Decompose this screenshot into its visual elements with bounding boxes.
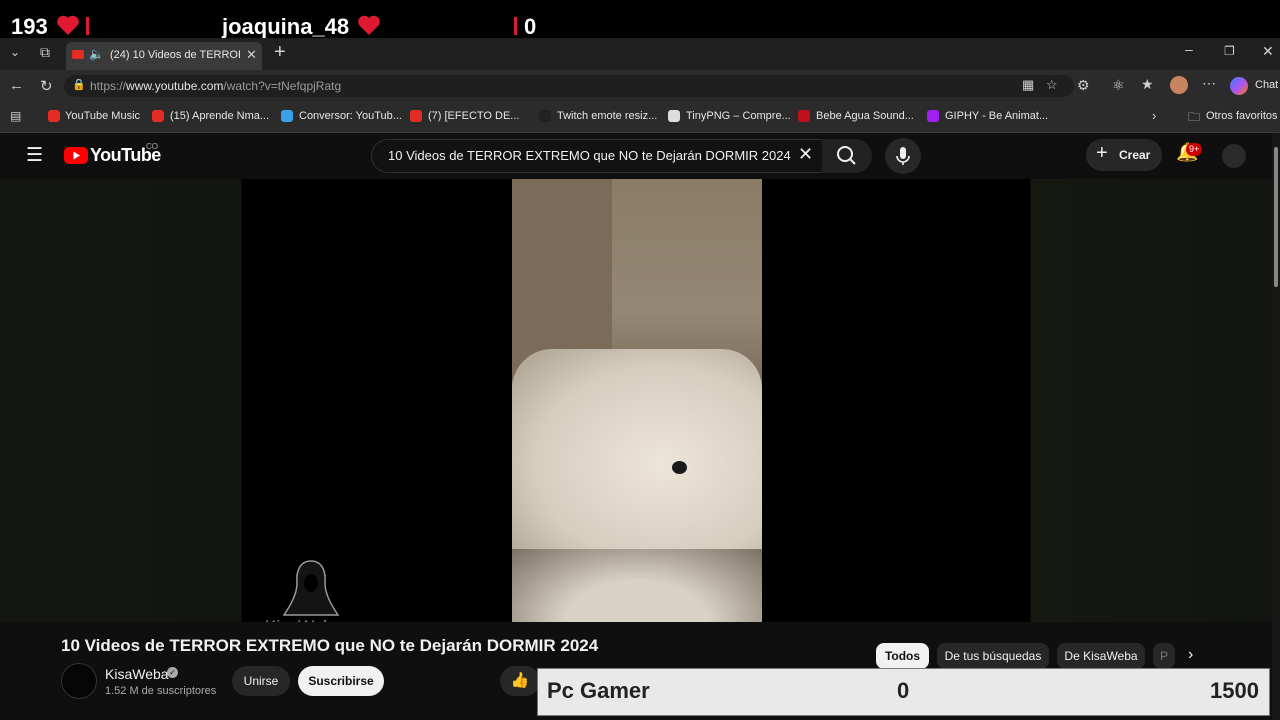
goal-label: Pc Gamer bbox=[547, 678, 650, 703]
other-favorites[interactable]: Otros favoritos bbox=[1206, 110, 1278, 122]
search-icon bbox=[837, 146, 856, 165]
laundry-basket bbox=[512, 549, 762, 622]
chip-todos[interactable]: Todos bbox=[876, 643, 929, 669]
bookmark-item[interactable]: (15) Aprende Nma... bbox=[170, 110, 269, 122]
tab-active[interactable]: 🔈 (24) 10 Videos de TERROR EXTREMO ✕ bbox=[66, 42, 262, 70]
app-available-icon[interactable]: ▦ bbox=[1022, 77, 1034, 93]
scrollbar-thumb[interactable] bbox=[1274, 147, 1278, 287]
tab-actions-icon[interactable]: ⌄ bbox=[10, 45, 20, 59]
more-menu-icon[interactable]: ⋯ bbox=[1202, 75, 1216, 92]
bookmark-favicon-icon bbox=[927, 110, 939, 122]
chevron-right-icon[interactable]: › bbox=[1188, 646, 1193, 664]
overlay-bar bbox=[514, 17, 517, 35]
copilot-icon[interactable] bbox=[1230, 77, 1248, 95]
channel-name[interactable]: KisaWeba bbox=[105, 666, 169, 682]
reading-list-icon[interactable]: ▤ bbox=[10, 109, 21, 123]
notifications-badge: 9+ bbox=[1186, 143, 1203, 156]
video-frame bbox=[512, 179, 762, 622]
hamburger-menu-icon[interactable]: ☰ bbox=[26, 144, 43, 167]
bookmark-favicon-icon bbox=[798, 110, 810, 122]
heart-icon bbox=[358, 15, 380, 35]
chevron-right-icon[interactable]: › bbox=[1152, 108, 1156, 123]
bookmark-favicon-icon bbox=[668, 110, 680, 122]
back-icon[interactable]: ← bbox=[9, 77, 24, 94]
subscriber-count: 1.52 M de suscriptores bbox=[105, 685, 217, 697]
chip-partial[interactable]: P bbox=[1153, 643, 1175, 669]
verified-icon: ✓ bbox=[167, 667, 178, 678]
bookmark-item[interactable]: Bebe Agua Sound... bbox=[816, 110, 914, 122]
create-label: Crear bbox=[1119, 148, 1151, 162]
chip-from-channel[interactable]: De KisaWeba bbox=[1057, 643, 1145, 669]
workspaces-icon[interactable]: ⧉ bbox=[40, 44, 50, 61]
goal-current: 0 bbox=[897, 678, 910, 703]
bookmark-favicon-icon bbox=[48, 110, 60, 122]
search-query: 10 Videos de TERROR EXTREMO que NO te De… bbox=[388, 148, 791, 163]
speaker-icon[interactable]: 🔈 bbox=[89, 47, 104, 61]
bookmark-item[interactable]: (7) [EFECTO DE... bbox=[428, 110, 519, 122]
window-close-icon[interactable]: ✕ bbox=[1262, 43, 1274, 60]
video-player[interactable]: KisaWeba bbox=[0, 179, 1272, 636]
heart-icon bbox=[57, 15, 79, 35]
bookmark-favicon-icon bbox=[281, 110, 293, 122]
new-tab-icon[interactable]: + bbox=[274, 41, 286, 64]
search-button[interactable] bbox=[822, 139, 872, 173]
youtube-favicon-icon bbox=[72, 50, 84, 59]
bookmark-item[interactable]: TinyPNG – Compre... bbox=[686, 110, 791, 122]
address-bar[interactable]: 🔒 https://www.youtube.com/watch?v=tNefqp… bbox=[64, 75, 1074, 97]
bookmark-favicon-icon bbox=[539, 110, 551, 122]
hooded-figure-icon bbox=[282, 560, 340, 616]
bookmark-favicon-icon bbox=[152, 110, 164, 122]
url-text: https://www.youtube.com/watch?v=tNefqpjR… bbox=[90, 79, 342, 93]
voice-search-button[interactable] bbox=[885, 138, 921, 174]
youtube-logo-icon[interactable] bbox=[64, 147, 88, 164]
page-scrollbar[interactable] bbox=[1272, 133, 1280, 720]
close-tab-icon[interactable]: ✕ bbox=[246, 47, 257, 63]
search-input[interactable]: 10 Videos de TERROR EXTREMO que NO te De… bbox=[371, 139, 823, 173]
minimize-icon[interactable]: – bbox=[1185, 41, 1193, 57]
microphone-icon bbox=[896, 147, 910, 165]
browser-toolbar: ← ↻ 🔒 https://www.youtube.com/watch?v=tN… bbox=[0, 70, 1280, 102]
bookmark-item[interactable]: Conversor: YouTub... bbox=[299, 110, 402, 122]
goal-overlay-box: Pc Gamer 0 1500 bbox=[537, 668, 1270, 716]
bookmark-item[interactable]: Twitch emote resiz... bbox=[557, 110, 657, 122]
restore-icon[interactable]: ❐ bbox=[1224, 44, 1235, 58]
join-button[interactable]: Unirse bbox=[232, 666, 290, 696]
account-avatar[interactable] bbox=[1222, 144, 1246, 168]
country-code: CO bbox=[146, 142, 158, 151]
bathtub bbox=[512, 349, 762, 579]
tab-title: (24) 10 Videos de TERROR EXTREMO bbox=[110, 49, 240, 61]
bookmark-item[interactable]: GIPHY - Be Animat... bbox=[945, 110, 1048, 122]
overlay-bar bbox=[86, 17, 89, 35]
folder-icon: 🗀 bbox=[1188, 110, 1201, 124]
chip-from-searches[interactable]: De tus búsquedas bbox=[937, 643, 1049, 669]
favorites-icon[interactable]: ★ bbox=[1141, 76, 1154, 93]
browser-tabstrip: ⌄ ⧉ 🔈 (24) 10 Videos de TERROR EXTREMO ✕… bbox=[0, 38, 1280, 70]
profile-avatar[interactable] bbox=[1170, 76, 1188, 94]
bookmark-item[interactable]: YouTube Music bbox=[65, 110, 140, 122]
youtube-masthead: ☰ YouTube CO 10 Videos de TERROR EXTREMO… bbox=[0, 133, 1272, 179]
thumbs-up-icon: 👍 bbox=[510, 672, 530, 689]
goal-target: 1500 bbox=[1210, 678, 1259, 703]
clear-search-icon[interactable]: ✕ bbox=[798, 144, 813, 165]
bookmark-favicon-icon bbox=[410, 110, 422, 122]
site-info-icon[interactable]: 🔒 bbox=[72, 78, 86, 91]
drain bbox=[672, 461, 687, 474]
bookmarks-bar: ▤ YouTube Music (15) Aprende Nma... Conv… bbox=[0, 102, 1280, 133]
extensions-icon[interactable]: ⚙ bbox=[1077, 77, 1090, 94]
youtube-page: ☰ YouTube CO 10 Videos de TERROR EXTREMO… bbox=[0, 133, 1272, 720]
subscribe-button[interactable]: Suscribirse bbox=[298, 666, 384, 696]
channel-avatar[interactable] bbox=[61, 663, 97, 699]
chat-label[interactable]: Chat bbox=[1255, 79, 1278, 91]
like-button[interactable]: 👍 bbox=[500, 666, 540, 696]
create-button[interactable]: + Crear bbox=[1086, 139, 1162, 171]
performance-icon[interactable]: ⚛ bbox=[1112, 77, 1125, 94]
stream-overlay-top: 193 joaquina_48 0 bbox=[0, 0, 1280, 39]
video-title: 10 Videos de TERROR EXTREMO que NO te De… bbox=[61, 636, 599, 655]
plus-icon: + bbox=[1096, 142, 1108, 164]
favorite-star-icon[interactable]: ☆ bbox=[1046, 77, 1058, 93]
reload-icon[interactable]: ↻ bbox=[40, 77, 53, 95]
